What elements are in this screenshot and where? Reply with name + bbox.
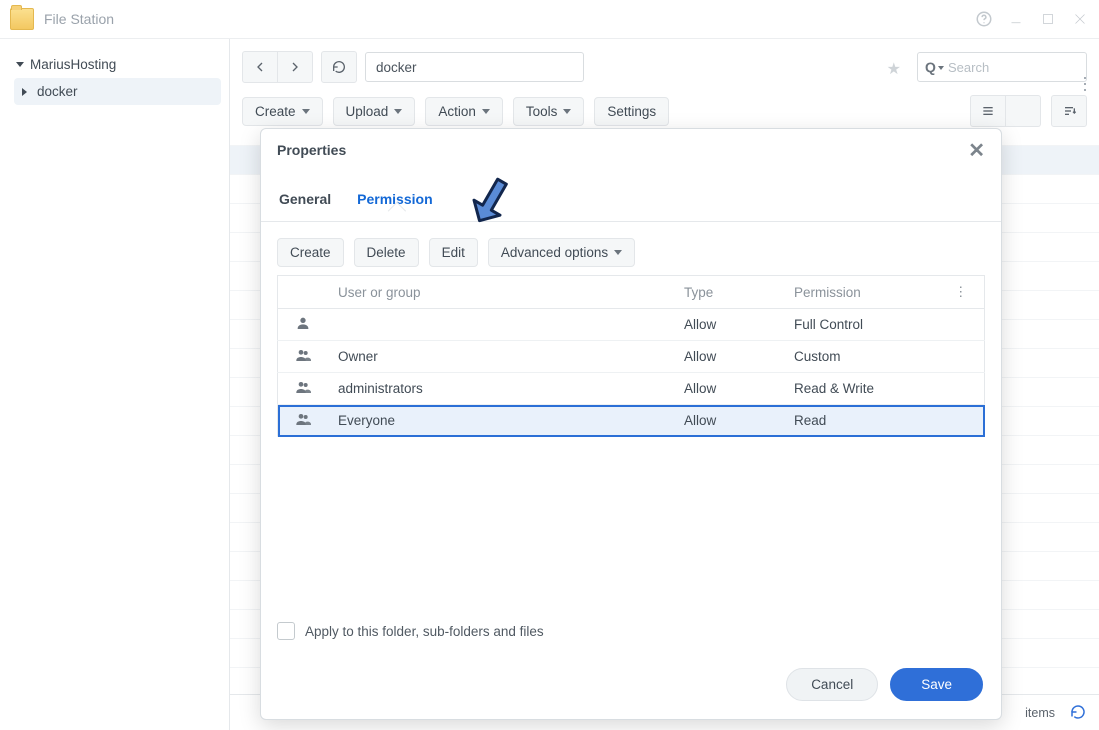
- row-type: Allow: [674, 309, 784, 341]
- apply-recursive-label: Apply to this folder, sub-folders and fi…: [305, 624, 544, 639]
- help-icon[interactable]: [975, 10, 993, 28]
- items-count-label: items: [1025, 706, 1055, 720]
- column-menu-icon[interactable]: ⋯: [1074, 75, 1095, 92]
- col-user[interactable]: User or group: [328, 276, 674, 309]
- chevron-right-icon: [22, 88, 31, 96]
- row-perm: Custom: [784, 341, 944, 373]
- app-folder-icon: [10, 8, 34, 30]
- row-name: [328, 309, 674, 341]
- chevron-down-icon: [16, 62, 24, 67]
- apply-recursive-checkbox[interactable]: [277, 622, 295, 640]
- favorite-star-icon[interactable]: ★: [887, 59, 901, 79]
- tab-general[interactable]: General: [277, 179, 333, 221]
- perm-advanced-button[interactable]: Advanced options: [488, 238, 635, 267]
- path-input[interactable]: [365, 52, 584, 82]
- tab-permission[interactable]: Permission: [355, 179, 434, 221]
- back-button[interactable]: [242, 51, 278, 83]
- tree-root[interactable]: MariusHosting: [8, 51, 221, 78]
- perm-create-button[interactable]: Create: [277, 238, 344, 267]
- col-menu-icon[interactable]: ⋮: [944, 276, 985, 309]
- col-type[interactable]: Type: [674, 276, 784, 309]
- permission-table: User or group Type Permission ⋮ AllowFul…: [277, 275, 985, 437]
- group-icon: [295, 347, 311, 366]
- minimize-icon[interactable]: [1007, 10, 1025, 28]
- window-title: File Station: [44, 11, 114, 27]
- titlebar: File Station: [0, 0, 1099, 39]
- table-row[interactable]: administratorsAllowRead & Write: [278, 373, 985, 405]
- col-perm[interactable]: Permission: [784, 276, 944, 309]
- save-button[interactable]: Save: [890, 668, 983, 701]
- properties-dialog: Properties ✕ General Permission Create D…: [260, 128, 1002, 720]
- tree-root-label: MariusHosting: [30, 57, 116, 72]
- tree-child-label: docker: [37, 84, 78, 99]
- row-name: administrators: [328, 373, 674, 405]
- perm-edit-button[interactable]: Edit: [429, 238, 478, 267]
- table-row[interactable]: EveryoneAllowRead: [278, 405, 985, 437]
- perm-delete-button[interactable]: Delete: [354, 238, 419, 267]
- forward-button[interactable]: [278, 51, 313, 83]
- group-icon: [295, 379, 311, 398]
- row-type: Allow: [674, 405, 784, 437]
- row-perm: Read: [784, 405, 944, 437]
- row-type: Allow: [674, 341, 784, 373]
- row-perm: Full Control: [784, 309, 944, 341]
- row-perm: Read & Write: [784, 373, 944, 405]
- status-refresh-icon[interactable]: [1069, 703, 1087, 724]
- cancel-button[interactable]: Cancel: [786, 668, 878, 701]
- table-row[interactable]: AllowFull Control: [278, 309, 985, 341]
- user-icon: [295, 315, 311, 334]
- search-icon[interactable]: Q: [925, 59, 944, 75]
- maximize-icon[interactable]: [1039, 10, 1057, 28]
- row-name: Owner: [328, 341, 674, 373]
- refresh-button[interactable]: [321, 51, 357, 83]
- dialog-close-button[interactable]: ✕: [968, 138, 985, 163]
- sidebar: MariusHosting docker: [0, 39, 230, 730]
- tree-item-docker[interactable]: docker: [14, 78, 221, 105]
- row-name: Everyone: [328, 405, 674, 437]
- group-icon: [295, 411, 311, 430]
- nav-back-forward: [242, 51, 313, 83]
- close-icon[interactable]: [1071, 10, 1089, 28]
- row-type: Allow: [674, 373, 784, 405]
- table-row[interactable]: OwnerAllowCustom: [278, 341, 985, 373]
- dialog-title: Properties: [277, 142, 346, 158]
